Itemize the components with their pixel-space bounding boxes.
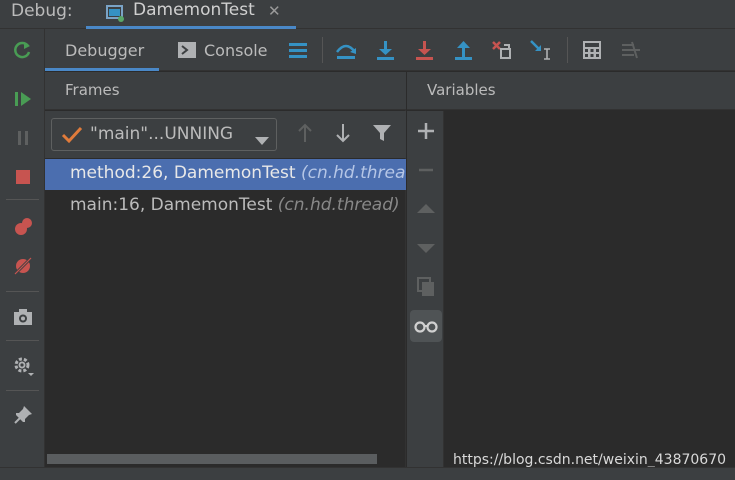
run-to-cursor-icon[interactable] [528,37,554,63]
checkmark-icon [61,123,83,149]
force-step-into-icon[interactable] [411,37,437,63]
tab-debugger-label: Debugger [65,40,145,60]
frame-method: method:26, DamemonTest [70,163,296,183]
pause-icon[interactable] [9,124,37,152]
variables-side-toolbar [407,111,444,467]
rerun-icon[interactable] [9,36,37,64]
debug-label: Debug: [11,1,73,21]
camera-icon[interactable] [9,303,37,331]
thread-dropdown-value: "main"...UNNING [90,124,234,144]
glasses-icon[interactable] [410,310,442,342]
close-icon[interactable]: ✕ [268,2,281,20]
frame-row[interactable]: method:26, DamemonTest (cn.hd.thread) [45,159,406,190]
debug-side-toolbar [0,29,45,480]
pin-icon[interactable] [9,401,37,429]
run-tab-title: DamemonTest [133,0,255,20]
application-icon [105,3,125,27]
run-config-tab[interactable]: DamemonTest ✕ [86,0,296,29]
toolbar-separator [6,340,39,341]
trace-icon[interactable] [618,37,644,63]
copy-icon[interactable] [410,271,442,303]
evaluate-expression-icon[interactable] [579,37,605,63]
resume-icon[interactable] [9,85,37,113]
stop-icon[interactable] [9,163,37,191]
step-out-icon[interactable] [450,37,476,63]
arrow-down-icon[interactable] [331,121,355,145]
variables-panel: Variables [407,72,735,467]
console-icon [178,42,196,58]
move-up-icon[interactable] [410,193,442,225]
frame-method: main:16, DamemonTest [70,195,273,215]
tab-debugger[interactable]: Debugger [45,29,159,71]
mute-breakpoints-icon[interactable] [9,252,37,280]
step-into-icon[interactable] [372,37,398,63]
toolbar-separator [6,199,39,200]
settings-icon[interactable] [9,352,37,380]
variables-header: Variables [407,72,735,110]
frame-package: (cn.hd.thread) [300,163,406,183]
frames-panel: Frames "main"...UNNING method:26, Damemo… [45,72,406,467]
view-breakpoints-icon[interactable] [9,213,37,241]
variables-title: Variables [427,81,496,99]
add-watch-icon[interactable] [410,115,442,147]
filter-icon[interactable] [370,121,394,145]
thread-dropdown[interactable]: "main"...UNNING [51,118,277,151]
debugger-toolbar: Debugger Console [45,29,735,71]
frame-package: (cn.hd.thread) [277,195,400,215]
debug-tool-window-header: Debug: DamemonTest ✕ [0,0,735,29]
layout-menu-icon[interactable] [285,37,311,63]
chevron-down-icon [255,131,269,150]
watermark-url: https://blog.csdn.net/weixin_43870670 [453,452,727,468]
active-tab-indicator [45,68,159,71]
arrow-up-icon[interactable] [293,121,317,145]
toolbar-separator [6,390,39,391]
move-down-icon[interactable] [410,232,442,264]
toolbar-separator [6,291,39,292]
tab-console[interactable]: Console [178,29,278,71]
frames-header: Frames [45,72,406,110]
frame-row[interactable]: main:16, DamemonTest (cn.hd.thread) [45,191,406,222]
step-over-icon[interactable] [333,37,359,63]
bottom-toolbar-strip [0,467,735,480]
toolbar-separator [322,37,323,63]
toolbar-separator [567,37,568,63]
tab-console-label: Console [204,40,268,60]
drop-frame-icon[interactable] [489,37,515,63]
frames-title: Frames [65,81,120,99]
horizontal-scrollbar[interactable] [47,454,377,464]
remove-watch-icon[interactable] [410,154,442,186]
